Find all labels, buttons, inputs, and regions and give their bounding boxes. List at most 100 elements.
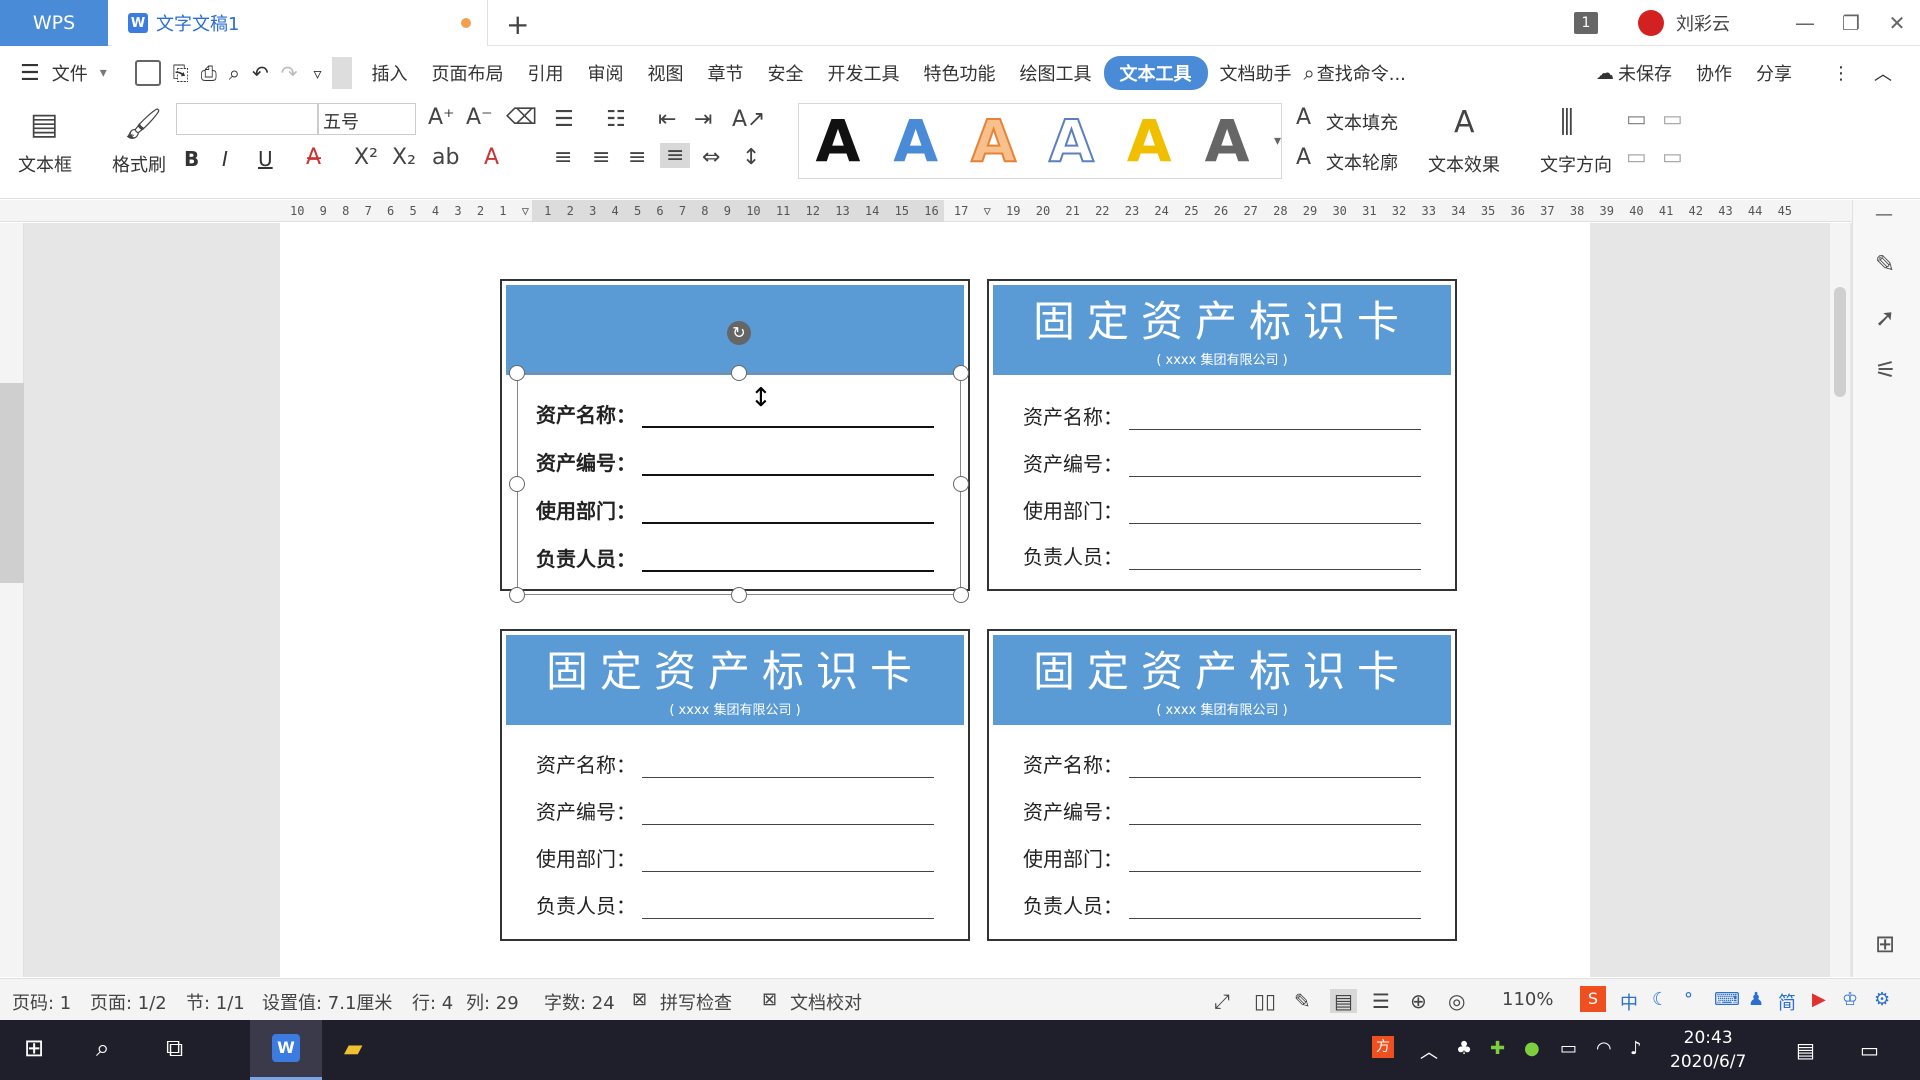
window-count-badge[interactable]: 1: [1574, 12, 1598, 34]
subscript-icon[interactable]: X₂: [392, 145, 416, 170]
card-header[interactable]: 固定资产标识卡 ( xxxx 集团有限公司 ): [506, 635, 964, 725]
sogou-ime-icon[interactable]: S: [1580, 986, 1606, 1012]
panel-menu-icon[interactable]: —: [1875, 204, 1893, 225]
text-outline-button[interactable]: 文本轮廓: [1326, 149, 1398, 175]
select-cursor-icon[interactable]: ➚: [1875, 304, 1895, 332]
scrollbar-thumb[interactable]: [1834, 287, 1846, 397]
field-asset-name[interactable]: 资产名称：: [536, 749, 934, 778]
font-color-icon[interactable]: A: [484, 145, 499, 170]
textbox-button[interactable]: 文本框: [18, 151, 72, 177]
underline-button[interactable]: U: [258, 147, 273, 171]
settings-sliders-icon[interactable]: ⚟: [1875, 356, 1897, 384]
restore-button[interactable]: ❐: [1828, 11, 1874, 35]
resize-handle-tl[interactable]: [509, 365, 525, 381]
search-icon[interactable]: ⌕: [1304, 61, 1315, 85]
chevron-down-icon[interactable]: ▾: [100, 65, 107, 81]
share-button[interactable]: 分享: [1756, 60, 1792, 86]
menu-references[interactable]: 引用: [516, 60, 576, 86]
document-tab[interactable]: W 文字文稿1: [112, 0, 488, 46]
spell-check-button[interactable]: 拼写检查: [660, 989, 732, 1015]
menu-page-layout[interactable]: 页面布局: [420, 60, 516, 86]
resize-handle-tr[interactable]: [953, 365, 969, 381]
textbox-unlink-icon[interactable]: ▭: [1662, 107, 1683, 132]
tray-wechat-icon[interactable]: ●: [1524, 1038, 1540, 1059]
resize-handle-bl[interactable]: [509, 587, 525, 603]
ime-mode[interactable]: 中: [1620, 989, 1638, 1015]
format-painter-button[interactable]: 格式刷: [112, 151, 166, 177]
action-center-icon[interactable]: ▭: [1860, 1038, 1879, 1062]
menu-view[interactable]: 视图: [636, 60, 696, 86]
eye-protect-icon[interactable]: ◎: [1448, 989, 1465, 1013]
hamburger-icon[interactable]: ☰: [20, 61, 40, 86]
bold-button[interactable]: B: [184, 147, 199, 171]
taskbar-wps-app[interactable]: W: [250, 1020, 322, 1080]
file-explorer-icon[interactable]: ▰: [344, 1034, 362, 1062]
windows-start-icon[interactable]: ⊞: [24, 1034, 44, 1062]
align-center-icon[interactable]: ≡: [592, 145, 610, 170]
read-mode-icon[interactable]: ▯▯: [1254, 989, 1276, 1013]
field-asset-name[interactable]: 资产名称：: [1023, 401, 1421, 430]
doc-proof-button[interactable]: 文档校对: [790, 989, 862, 1015]
tray-volume-icon[interactable]: ♪: [1630, 1038, 1642, 1059]
field-asset-number[interactable]: 资产编号：: [536, 447, 934, 476]
scroll-left-icon[interactable]: [331, 57, 352, 89]
card-header[interactable]: 固定资产标识卡 ( xxxx 集团有限公司 ): [993, 285, 1451, 375]
field-department[interactable]: 使用部门：: [536, 495, 934, 524]
field-owner[interactable]: 负责人员：: [536, 543, 934, 572]
web-view-icon[interactable]: ⊕: [1410, 989, 1427, 1013]
rotate-handle-icon[interactable]: ↻: [727, 321, 751, 345]
asset-card-3[interactable]: 固定资产标识卡 ( xxxx 集团有限公司 ) 资产名称： 资产编号： 使用部门…: [500, 629, 970, 941]
user-account[interactable]: 刘彩云: [1638, 10, 1730, 36]
fullscreen-icon[interactable]: ⤢: [1214, 989, 1230, 1013]
collapse-ribbon-icon[interactable]: ︿: [1874, 60, 1892, 86]
status-word-count[interactable]: 字数: 24: [544, 989, 615, 1015]
menu-security[interactable]: 安全: [756, 60, 816, 86]
field-department[interactable]: 使用部门：: [536, 843, 934, 872]
tray-app-icon[interactable]: ♣: [1456, 1038, 1472, 1059]
decrease-indent-icon[interactable]: ⇤: [658, 107, 676, 132]
resize-handle-t[interactable]: [731, 365, 747, 381]
field-asset-number[interactable]: 资产编号：: [1023, 796, 1421, 825]
status-page-number[interactable]: 页码: 1: [12, 989, 71, 1015]
status-section[interactable]: 节: 1/1: [186, 989, 245, 1015]
field-owner[interactable]: 负责人员：: [1023, 890, 1421, 919]
redo-icon[interactable]: ↷: [281, 61, 298, 85]
task-view-icon[interactable]: ⧉: [166, 1034, 183, 1062]
outline-view-icon[interactable]: ☰: [1372, 989, 1390, 1013]
menu-insert[interactable]: 插入: [360, 60, 420, 86]
keyboard-icon[interactable]: ⌨: [1714, 989, 1740, 1010]
menu-drawing-tools[interactable]: 绘图工具: [1008, 60, 1104, 86]
line-spacing-icon[interactable]: ↕: [742, 145, 760, 170]
spell-check-icon[interactable]: ⊠: [632, 989, 647, 1010]
ime-settings-icon[interactable]: ⚙: [1874, 989, 1890, 1010]
horizontal-ruler[interactable]: 10 9 8 7 6 5 4 3 2 1 ▽ 1 2 3 4 5 6 7 8 9…: [0, 200, 1920, 222]
doc-proof-icon[interactable]: ⊠: [762, 989, 777, 1010]
moon-icon[interactable]: ☾: [1652, 989, 1668, 1010]
wps-home-tab[interactable]: WPS: [0, 0, 108, 46]
menu-chapter[interactable]: 章节: [696, 60, 756, 86]
shrink-font-icon[interactable]: A⁻: [466, 105, 493, 130]
minimize-button[interactable]: —: [1782, 11, 1828, 35]
strikethrough-icon[interactable]: A̶: [306, 145, 321, 170]
text-effect-icon[interactable]: A: [1454, 105, 1475, 140]
text-direction-small-icon[interactable]: A↗: [732, 107, 765, 132]
collaborate-button[interactable]: 协作: [1696, 60, 1732, 86]
video-icon[interactable]: ▶: [1812, 989, 1826, 1010]
vertical-ruler[interactable]: [0, 223, 24, 977]
tray-expand-icon[interactable]: ︿: [1420, 1038, 1438, 1064]
grow-font-icon[interactable]: A⁺: [428, 105, 455, 130]
textbox-icon[interactable]: ▤: [30, 107, 58, 142]
textbox-prev-icon[interactable]: ▭: [1626, 145, 1647, 170]
textbox-next-icon[interactable]: ▭: [1662, 145, 1683, 170]
wordart-style-5[interactable]: A: [1110, 107, 1188, 175]
align-right-icon[interactable]: ≡: [628, 145, 646, 170]
field-asset-number[interactable]: 资产编号：: [536, 796, 934, 825]
new-tab-button[interactable]: +: [506, 8, 529, 41]
resize-handle-br[interactable]: [953, 587, 969, 603]
bullet-list-icon[interactable]: ☰: [554, 107, 574, 132]
zoom-level[interactable]: 110%: [1502, 989, 1553, 1010]
export-pdf-icon[interactable]: ⎘: [173, 61, 189, 85]
resize-handle-r[interactable]: [953, 476, 969, 492]
align-left-icon[interactable]: ≡: [554, 145, 572, 170]
distribute-icon[interactable]: ⇔: [702, 145, 720, 170]
